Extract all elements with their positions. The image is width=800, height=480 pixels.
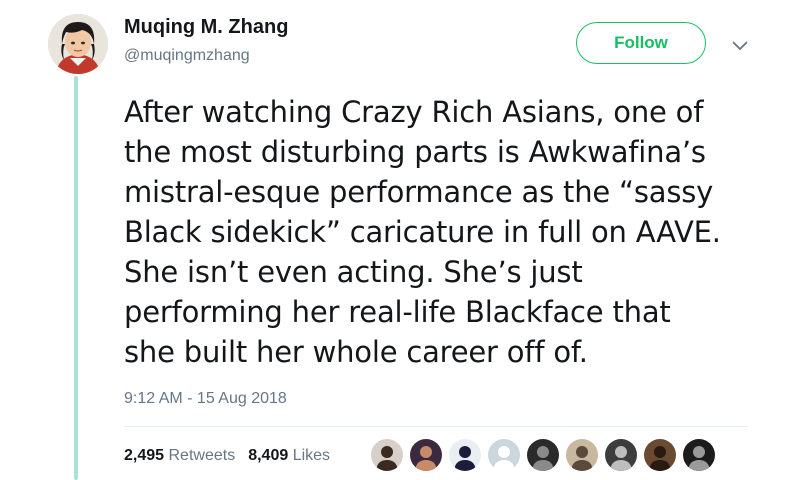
liker-avatar[interactable]	[448, 438, 482, 472]
liker-avatar-image	[605, 439, 637, 471]
liker-avatar[interactable]	[565, 438, 599, 472]
retweets-count: 2,495	[124, 447, 165, 464]
liker-avatar-image	[410, 439, 442, 471]
liker-avatar[interactable]	[487, 438, 521, 472]
author-avatar[interactable]	[48, 14, 108, 74]
liker-avatar[interactable]	[643, 438, 677, 472]
chevron-down-icon-glyph	[732, 41, 748, 50]
likes-stat[interactable]: 8,409 Likes	[248, 447, 330, 465]
tweet-stats: 2,495 Retweets 8,409 Likes	[124, 446, 330, 466]
likes-label: Likes	[292, 447, 331, 464]
author-avatar-image	[48, 14, 108, 74]
tweet-timestamp[interactable]: 9:12 AM - 15 Aug 2018	[124, 390, 287, 408]
liker-avatar[interactable]	[409, 438, 443, 472]
liker-avatar-image	[488, 439, 520, 471]
liker-avatar-image	[683, 439, 715, 471]
retweets-label: Retweets	[168, 447, 236, 464]
author-display-name[interactable]: Muqing M. Zhang	[124, 16, 288, 39]
retweets-stat[interactable]: 2,495 Retweets	[124, 447, 235, 465]
likes-count: 8,409	[248, 447, 289, 464]
liker-avatar-image	[644, 439, 676, 471]
tweet-text: After watching Crazy Rich Asians, one of…	[124, 95, 721, 369]
liker-avatar[interactable]	[682, 438, 716, 472]
liker-avatar-image	[449, 439, 481, 471]
liker-avatar-image	[371, 439, 403, 471]
chevron-down-icon[interactable]	[730, 36, 750, 56]
liker-avatars	[370, 438, 721, 472]
thread-line	[74, 76, 78, 480]
liker-avatar-image	[566, 439, 598, 471]
stats-divider	[124, 426, 748, 427]
follow-button[interactable]: Follow	[576, 22, 706, 64]
liker-avatar[interactable]	[604, 438, 638, 472]
liker-avatar-image	[527, 439, 559, 471]
liker-avatar[interactable]	[526, 438, 560, 472]
liker-avatar[interactable]	[370, 438, 404, 472]
author-handle[interactable]: @muqingmzhang	[124, 47, 250, 65]
